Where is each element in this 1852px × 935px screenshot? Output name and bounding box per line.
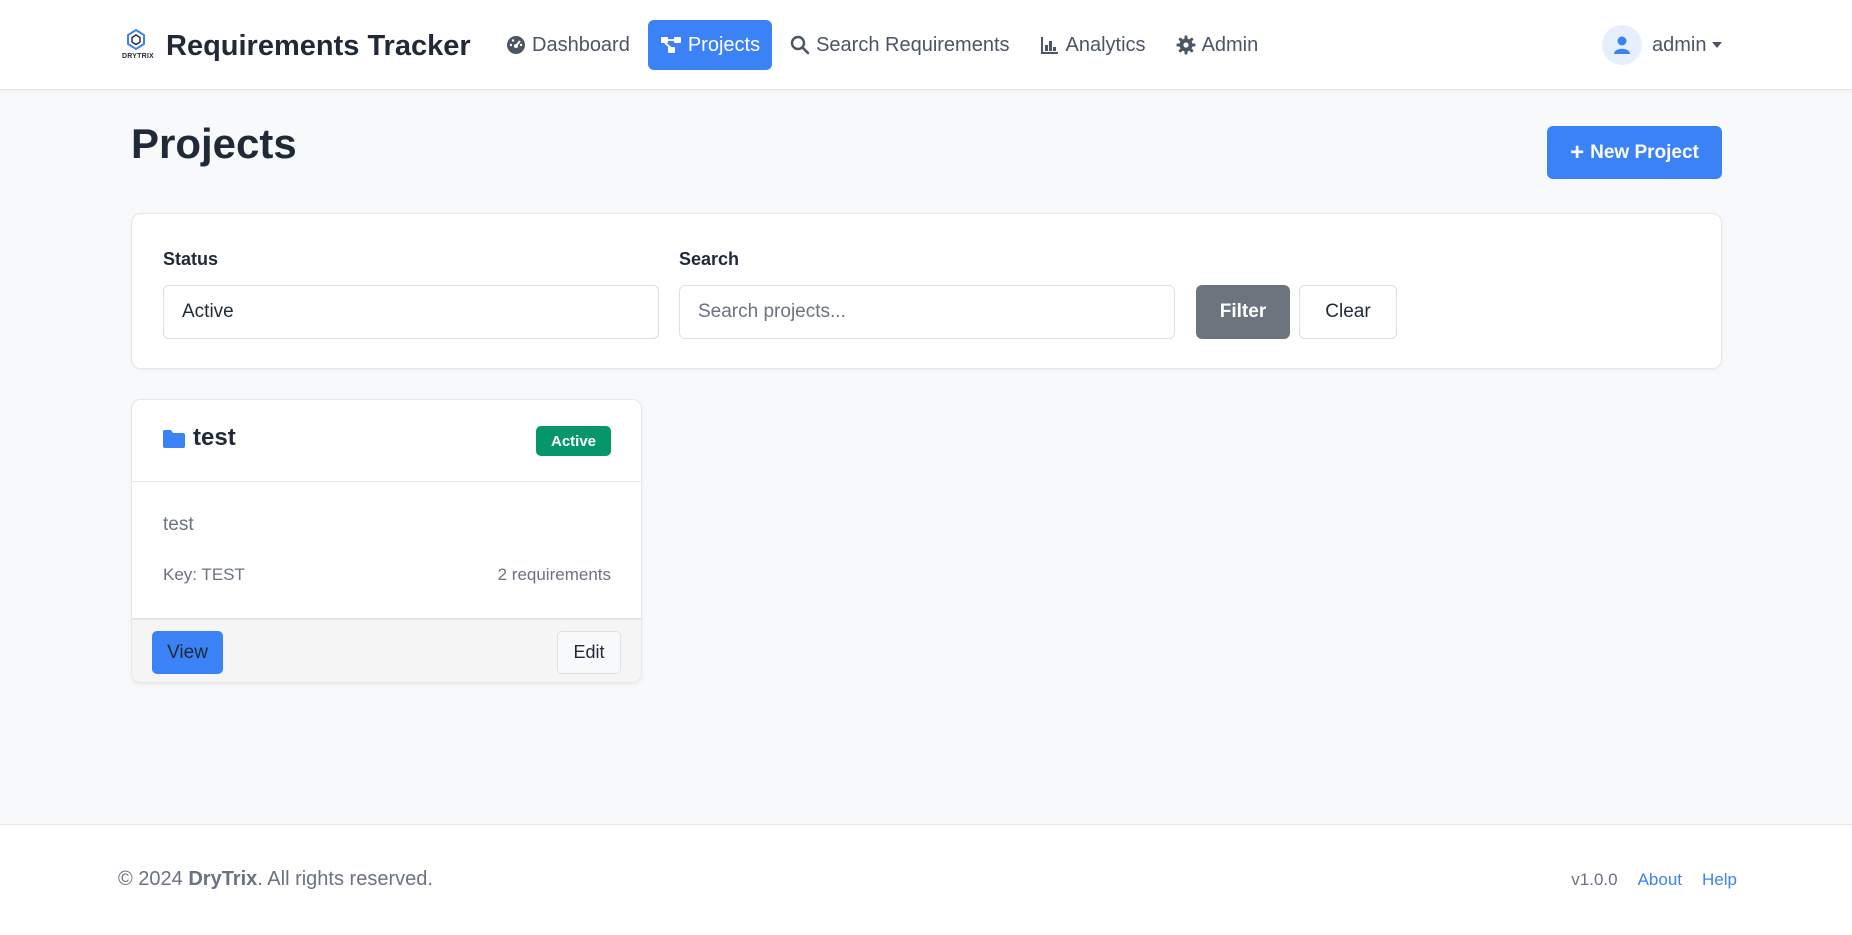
folder-icon (163, 430, 185, 448)
project-card: test Active test Key: TEST 2 requirement… (131, 399, 642, 683)
status-select[interactable]: Active (163, 285, 659, 339)
project-name[interactable]: test (193, 424, 236, 452)
nav-label-projects: Projects (687, 33, 761, 56)
nav-label-analytics: Analytics (1065, 33, 1146, 56)
new-project-button[interactable]: + New Project (1547, 126, 1722, 179)
avatar (1602, 25, 1642, 65)
top-navbar: DRYTRIX Requirements Tracker Dashboard P… (0, 0, 1852, 90)
edit-button[interactable]: Edit (557, 631, 621, 674)
search-label: Search (679, 249, 740, 269)
project-card-footer: View Edit (132, 618, 641, 682)
company-name: DryTrix (188, 868, 258, 890)
clear-button[interactable]: Clear (1299, 285, 1397, 339)
filter-button[interactable]: Filter (1196, 285, 1290, 339)
version-label: v1.0.0 (1571, 870, 1618, 889)
project-description: test (163, 514, 194, 535)
new-project-label: New Project (1590, 141, 1699, 163)
nav-item-analytics[interactable]: Analytics (1028, 20, 1158, 70)
nav-label-search: Search Requirements (816, 33, 1010, 56)
copyright-suffix: . All rights reserved. (257, 868, 433, 890)
nav-item-dashboard[interactable]: Dashboard (494, 20, 642, 70)
search-icon (790, 35, 810, 55)
nav-item-admin[interactable]: Admin (1164, 20, 1271, 70)
nav-item-search-requirements[interactable]: Search Requirements (778, 20, 1021, 70)
page-title: Projects (131, 120, 297, 167)
nav-label-dashboard: Dashboard (532, 33, 630, 56)
copyright-prefix: © 2024 (118, 868, 189, 890)
view-button[interactable]: View (152, 631, 223, 674)
user-name: admin (1652, 33, 1707, 56)
page-footer: © 2024 DryTrix. All rights reserved. v1.… (0, 824, 1852, 935)
user-icon (1614, 36, 1630, 54)
main-nav: Dashboard Projects Search Requirements A… (494, 20, 1276, 70)
chart-bar-icon (1040, 37, 1058, 54)
project-card-header: test Active (132, 400, 641, 482)
plus-icon: + (1570, 138, 1585, 166)
nav-label-admin: Admin (1201, 33, 1259, 56)
user-menu[interactable]: admin (1602, 24, 1723, 66)
brand-logo: DRYTRIX (120, 29, 154, 63)
gear-icon (1176, 35, 1196, 55)
project-key: Key: TEST (163, 565, 245, 584)
caret-down-icon (1712, 42, 1723, 48)
status-label: Status (163, 249, 219, 269)
about-link[interactable]: About (1638, 870, 1682, 890)
copyright: © 2024 DryTrix. All rights reserved. (118, 868, 433, 891)
filter-card: Status Active Search Search projects... … (131, 213, 1722, 369)
cube-logo-icon (127, 29, 145, 51)
nav-item-projects[interactable]: Projects (647, 20, 773, 70)
help-link[interactable]: Help (1702, 870, 1737, 890)
status-badge: Active (536, 426, 611, 456)
search-input[interactable]: Search projects... (679, 285, 1175, 339)
project-diagram-icon (660, 37, 681, 53)
app-title: Requirements Tracker (166, 29, 471, 62)
footer-links: v1.0.0 About Help (1571, 870, 1737, 890)
requirements-count: 2 requirements (497, 565, 611, 584)
logo-text: DRYTRIX (122, 53, 154, 60)
brand[interactable]: DRYTRIX Requirements Tracker (120, 26, 471, 66)
dashboard-gauge-icon (507, 36, 525, 54)
